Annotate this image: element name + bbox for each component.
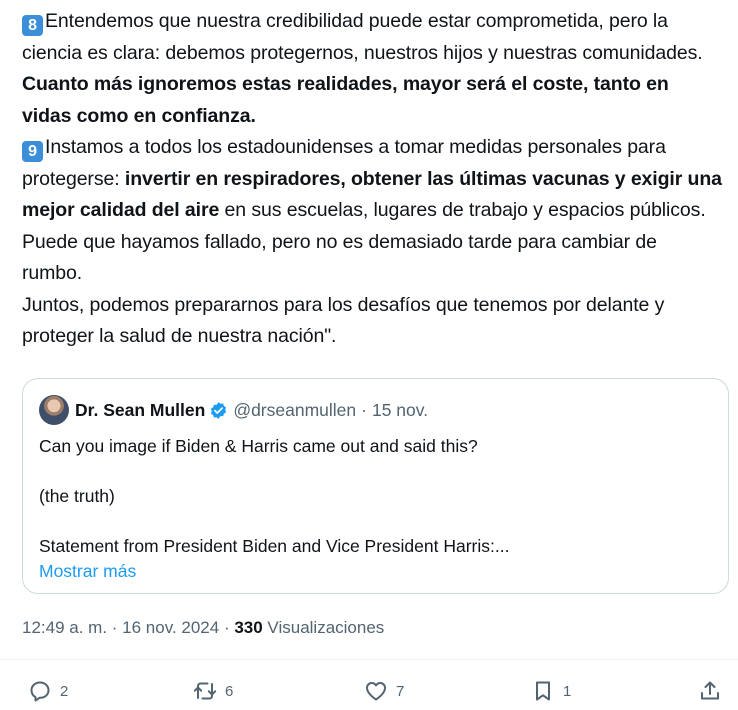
views-label: Visualizaciones bbox=[262, 618, 385, 637]
meta-separator: · bbox=[107, 618, 123, 637]
paragraph-9-text-b: en sus escuelas, lugares de trabajo y es… bbox=[219, 199, 706, 221]
quoted-tweet-body: Can you image if Biden & Harris came out… bbox=[39, 434, 709, 584]
repost-icon bbox=[193, 682, 217, 700]
bookmark-count: 1 bbox=[563, 682, 572, 700]
reply-count: 2 bbox=[60, 682, 69, 700]
views-count: 330 bbox=[234, 618, 263, 637]
repost-count: 6 bbox=[225, 682, 234, 700]
avatar[interactable] bbox=[39, 395, 69, 425]
quoted-tweet-header: Dr. Sean Mullen @drseanmullen · 15 nov. bbox=[39, 395, 428, 425]
reply-button[interactable]: 2 bbox=[28, 674, 68, 708]
like-count: 7 bbox=[396, 682, 405, 700]
reply-icon bbox=[30, 681, 50, 702]
quote-spacer-1 bbox=[39, 459, 709, 484]
header-separator: · bbox=[361, 399, 367, 420]
heart-icon bbox=[366, 682, 386, 701]
paragraph-8-text: Entendemos que nuestra credibilidad pued… bbox=[22, 10, 703, 64]
quoted-tweet-card[interactable]: Dr. Sean Mullen @drseanmullen · 15 nov. … bbox=[22, 378, 729, 594]
share-button[interactable] bbox=[698, 674, 722, 708]
author-handle[interactable]: @drseanmullen bbox=[233, 400, 356, 421]
action-bar: 2 6 7 1 bbox=[0, 674, 738, 708]
show-more-link[interactable]: Mostrar más bbox=[39, 559, 709, 584]
author-name[interactable]: Dr. Sean Mullen bbox=[75, 400, 205, 421]
tweet-time[interactable]: 12:49 a. m. bbox=[22, 618, 107, 637]
bookmark-button[interactable]: 1 bbox=[531, 674, 571, 708]
like-button[interactable]: 7 bbox=[364, 674, 404, 708]
share-icon bbox=[701, 681, 719, 700]
tweet-metadata: 12:49 a. m. · 16 nov. 2024 · 330 Visuali… bbox=[22, 618, 384, 638]
keycap-eight-icon: 8 bbox=[22, 15, 43, 36]
divider bbox=[0, 659, 738, 660]
paragraph-9: 9 Instamos a todos los estadounidenses a … bbox=[22, 132, 722, 227]
quote-line-2: (the truth) bbox=[39, 486, 115, 506]
paragraph-8: 8 Entendemos que nuestra credibilidad pue… bbox=[22, 6, 722, 132]
repost-button[interactable]: 6 bbox=[193, 674, 233, 708]
tweet-date[interactable]: 16 nov. 2024 bbox=[122, 618, 219, 637]
verified-badge-icon bbox=[211, 401, 227, 419]
meta-separator: · bbox=[219, 618, 235, 637]
quote-spacer-2 bbox=[39, 509, 709, 534]
quote-line-1: Can you image if Biden & Harris came out… bbox=[39, 436, 478, 456]
paragraph-10: Puede que hayamos fallado, pero no es de… bbox=[22, 230, 657, 285]
paragraph-11: Juntos, podemos prepararnos para los des… bbox=[22, 293, 665, 348]
tweet-text: 8 Entendemos que nuestra credibilidad pue… bbox=[22, 6, 722, 353]
bookmark-icon bbox=[536, 681, 550, 701]
quote-line-3: Statement from President Biden and Vice … bbox=[39, 536, 510, 556]
quote-date[interactable]: 15 nov. bbox=[372, 400, 428, 421]
keycap-nine-icon: 9 bbox=[22, 141, 43, 162]
paragraph-8-bold: Cuanto más ignoremos estas realidades, m… bbox=[22, 73, 669, 127]
